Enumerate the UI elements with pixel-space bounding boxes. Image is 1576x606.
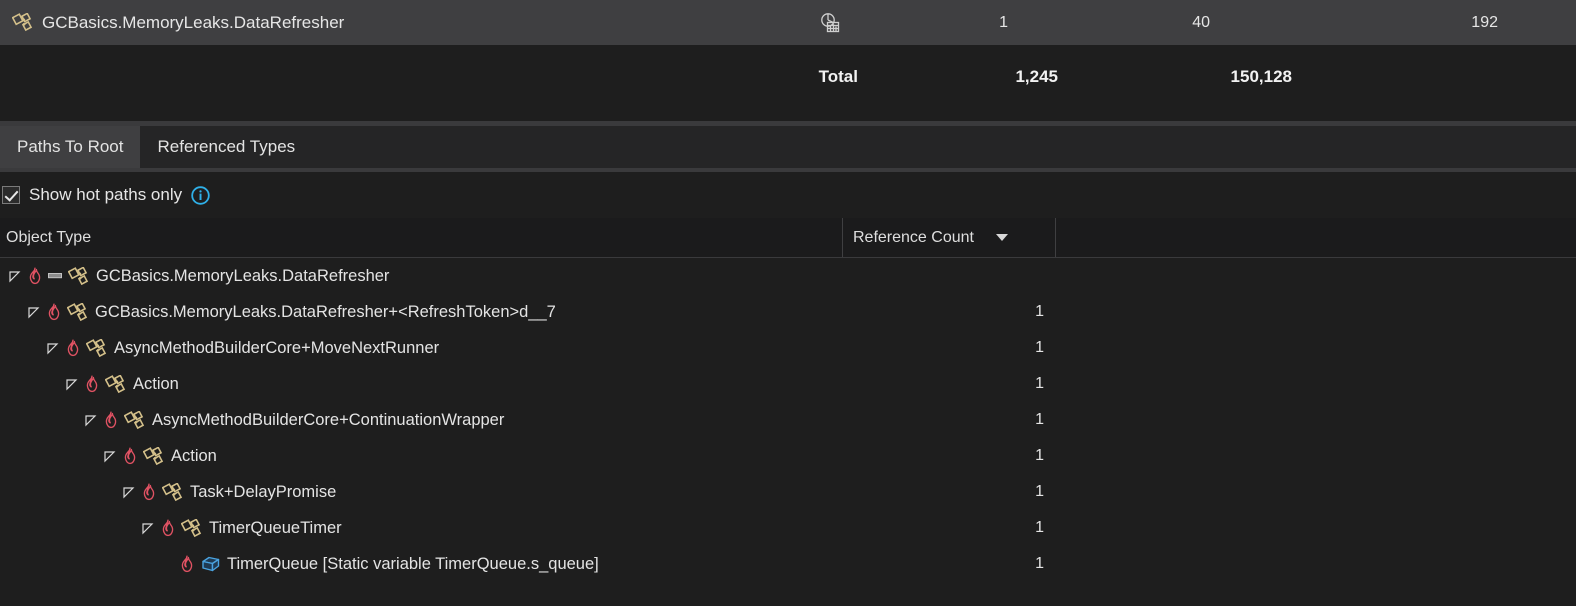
summary-type-cell: GCBasics.MemoryLeaks.DataRefresher <box>0 13 800 33</box>
gc-root-badge-icon <box>48 269 62 283</box>
expander-collapse-icon[interactable] <box>65 377 79 391</box>
tree-row-label: TimerQueue [Static variable TimerQueue.s… <box>227 554 599 573</box>
paths-to-root-tree: GCBasics.MemoryLeaks.DataRefresher GCBasi… <box>0 258 1576 582</box>
tree-row[interactable]: Action 1 <box>0 366 1576 402</box>
summary-count: 1 <box>999 13 1008 31</box>
tree-row-label: TimerQueueTimer <box>209 518 342 537</box>
tab-paths-to-root-label: Paths To Root <box>17 137 124 156</box>
tree-row[interactable]: AsyncMethodBuilderCore+MoveNextRunner 1 <box>0 330 1576 366</box>
tab-referenced-types[interactable]: Referenced Types <box>140 126 312 168</box>
tree-row[interactable]: GCBasics.MemoryLeaks.DataRefresher+<Refr… <box>0 294 1576 330</box>
tree-row-label: Action <box>171 446 217 465</box>
tab-strip: Paths To Root Referenced Types <box>0 126 1576 168</box>
expander-collapse-icon[interactable] <box>27 305 41 319</box>
tree-row-label: GCBasics.MemoryLeaks.DataRefresher+<Refr… <box>95 302 556 321</box>
class-icon <box>162 482 184 502</box>
tree-row-label: AsyncMethodBuilderCore+ContinuationWrapp… <box>152 410 505 429</box>
tree-row-object-type-cell: AsyncMethodBuilderCore+MoveNextRunner <box>0 338 842 358</box>
tree-row[interactable]: Action 1 <box>0 438 1576 474</box>
tree-row-label: GCBasics.MemoryLeaks.DataRefresher <box>96 266 390 285</box>
tree-row[interactable]: TimerQueue [Static variable TimerQueue.s… <box>0 546 1576 582</box>
hot-path-flame-icon <box>180 555 194 573</box>
hot-paths-option-bar: Show hot paths only <box>0 172 1576 218</box>
tree-row-reference-count: 1 <box>1035 303 1044 320</box>
tree-row-object-type-cell: TimerQueue [Static variable TimerQueue.s… <box>0 555 842 574</box>
expander-collapse-icon[interactable] <box>141 521 155 535</box>
totals-row: Total 1,245 150,128 <box>0 67 1576 87</box>
summary-size: 40 <box>1192 13 1210 31</box>
tab-paths-to-root[interactable]: Paths To Root <box>0 126 141 168</box>
totals-pane: Total 1,245 150,128 <box>0 45 1576 121</box>
class-icon <box>124 410 146 430</box>
column-header-reference-count-label: Reference Count <box>853 228 974 246</box>
tree-row-object-type-cell: Action <box>0 374 842 394</box>
show-hot-paths-checkbox[interactable] <box>2 186 20 204</box>
selected-type-summary-row[interactable]: GCBasics.MemoryLeaks.DataRefresher 1 40 … <box>0 0 1576 45</box>
tree-row-object-type-cell: AsyncMethodBuilderCore+ContinuationWrapp… <box>0 410 842 430</box>
hot-path-flame-icon <box>123 447 137 465</box>
class-icon <box>181 518 203 538</box>
tree-row[interactable]: Task+DelayPromise 1 <box>0 474 1576 510</box>
tree-row[interactable]: GCBasics.MemoryLeaks.DataRefresher <box>0 258 1576 294</box>
tree-row-object-type-cell: GCBasics.MemoryLeaks.DataRefresher+<Refr… <box>0 302 842 322</box>
expander-collapse-icon[interactable] <box>46 341 60 355</box>
hot-path-flame-icon <box>66 339 80 357</box>
class-icon <box>143 446 165 466</box>
summary-chart-icon-cell[interactable] <box>800 12 860 34</box>
hot-path-flame-icon <box>142 483 156 501</box>
summary-type-label: GCBasics.MemoryLeaks.DataRefresher <box>42 12 345 32</box>
hot-path-flame-icon <box>47 303 61 321</box>
hot-path-flame-icon <box>28 267 42 285</box>
show-hot-paths-label: Show hot paths only <box>29 185 183 204</box>
class-icon <box>67 302 89 322</box>
tree-row-object-type-cell: Task+DelayPromise <box>0 482 842 502</box>
expander-collapse-icon[interactable] <box>103 449 117 463</box>
totals-label: Total <box>818 67 858 86</box>
tree-row-reference-count: 1 <box>1035 555 1044 572</box>
pie-bar-chart-icon[interactable] <box>819 12 841 34</box>
tree-row-object-type-cell: Action <box>0 446 842 466</box>
class-icon <box>12 13 34 32</box>
class-icon <box>68 266 90 286</box>
totals-count: 1,245 <box>1015 67 1058 86</box>
tree-row-reference-count: 1 <box>1035 339 1044 356</box>
hot-path-flame-icon <box>161 519 175 537</box>
class-icon <box>105 374 127 394</box>
tree-row-reference-count: 1 <box>1035 483 1044 500</box>
expander-placeholder <box>160 557 174 571</box>
tab-referenced-types-label: Referenced Types <box>157 137 296 156</box>
tree-row[interactable]: TimerQueueTimer 1 <box>0 510 1576 546</box>
tree-row-reference-count: 1 <box>1035 411 1044 428</box>
hot-path-flame-icon <box>85 375 99 393</box>
tree-row-reference-count: 1 <box>1035 447 1044 464</box>
sort-descending-icon <box>995 234 1008 241</box>
tree-row-reference-count: 1 <box>1035 375 1044 392</box>
expander-collapse-icon[interactable] <box>8 269 22 283</box>
expander-collapse-icon[interactable] <box>122 485 136 499</box>
column-header-reference-count[interactable]: Reference Count <box>842 218 1056 257</box>
tree-row-label: AsyncMethodBuilderCore+MoveNextRunner <box>114 338 440 357</box>
summary-inclusive-size: 192 <box>1471 13 1498 31</box>
tree-row-object-type-cell: TimerQueueTimer <box>0 518 842 538</box>
grid-column-header: Object Type Reference Count <box>0 218 1576 258</box>
tree-row-label: Action <box>133 374 179 393</box>
tree-row-reference-count: 1 <box>1035 519 1044 536</box>
totals-size: 150,128 <box>1230 67 1292 86</box>
tree-row-label: Task+DelayPromise <box>190 482 337 501</box>
class-icon <box>86 338 108 358</box>
column-header-object-type[interactable]: Object Type <box>0 229 842 247</box>
hot-path-flame-icon <box>104 411 118 429</box>
info-circle-icon[interactable] <box>191 185 210 205</box>
column-header-filler <box>1056 218 1576 257</box>
tree-row-object-type-cell: GCBasics.MemoryLeaks.DataRefresher <box>0 266 842 286</box>
tree-row[interactable]: AsyncMethodBuilderCore+ContinuationWrapp… <box>0 402 1576 438</box>
object-cube-icon <box>200 555 221 574</box>
expander-collapse-icon[interactable] <box>84 413 98 427</box>
